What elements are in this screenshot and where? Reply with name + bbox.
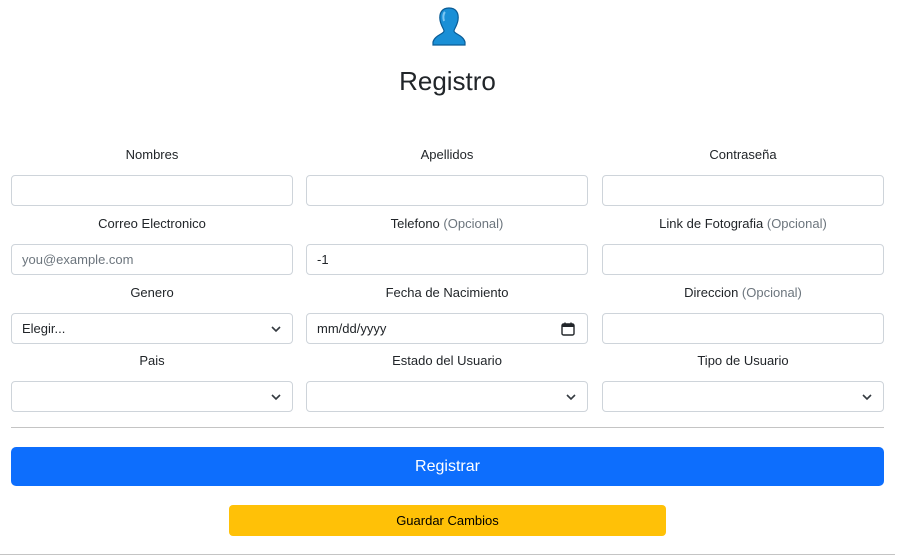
direccion-field: Direccion (Opcional) [602, 283, 884, 344]
nacimiento-field: Fecha de Nacimiento mm/dd/yyyy [306, 283, 588, 344]
contrasena-input[interactable] [602, 175, 884, 206]
foto-input[interactable] [602, 244, 884, 275]
calendar-icon[interactable] [561, 322, 575, 336]
nombres-input[interactable] [11, 175, 293, 206]
tipo-field: Tipo de Usuario [602, 351, 884, 412]
apellidos-label: Apellidos [420, 147, 474, 162]
optional-tag: (Opcional) [443, 216, 504, 231]
date-placeholder: mm/dd/yyyy [317, 321, 387, 336]
pais-select[interactable] [11, 381, 293, 412]
chevron-down-icon [271, 394, 281, 401]
correo-field: Correo Electronico you@example.com [11, 214, 293, 275]
foto-field: Link de Fotografia (Opcional) [602, 214, 884, 275]
contrasena-label: Contraseña [709, 147, 777, 162]
email-field[interactable]: you@example.com [11, 244, 293, 275]
tipo-label: Tipo de Usuario [697, 353, 789, 368]
apellidos-input[interactable] [306, 175, 588, 206]
direccion-input[interactable] [602, 313, 884, 344]
telefono-value: -1 [317, 252, 329, 267]
genero-select[interactable]: Elegir... [11, 313, 293, 344]
estado-field: Estado del Usuario [306, 351, 588, 412]
divider [11, 427, 884, 428]
nombres-field: Nombres [11, 145, 293, 206]
nacimiento-label: Fecha de Nacimiento [385, 285, 509, 300]
genero-field: Genero Elegir... [11, 283, 293, 344]
apellidos-field: Apellidos [306, 145, 588, 206]
save-changes-button[interactable]: Guardar Cambios [229, 505, 666, 536]
estado-label: Estado del Usuario [392, 353, 502, 368]
genero-label: Genero [130, 285, 174, 300]
divider [0, 554, 895, 555]
email-placeholder: you@example.com [22, 252, 134, 267]
chevron-down-icon [862, 394, 872, 401]
correo-label: Correo Electronico [98, 216, 206, 231]
telefono-input[interactable]: -1 [306, 244, 588, 275]
telefono-label: Telefono (Opcional) [390, 216, 504, 231]
pais-label: Pais [139, 353, 165, 368]
estado-select[interactable] [306, 381, 588, 412]
register-button[interactable]: Registrar [11, 447, 884, 486]
direccion-label: Direccion (Opcional) [684, 285, 802, 300]
pais-field: Pais [11, 351, 293, 412]
chevron-down-icon [566, 394, 576, 401]
tipo-select[interactable] [602, 381, 884, 412]
page-title: Registro [399, 66, 496, 96]
genero-selected: Elegir... [22, 321, 66, 336]
telefono-field: Telefono (Opcional) -1 [306, 214, 588, 275]
optional-tag: (Opcional) [766, 216, 827, 231]
optional-tag: (Opcional) [741, 285, 802, 300]
user-avatar-icon [432, 7, 466, 46]
nombres-label: Nombres [125, 147, 179, 162]
foto-label: Link de Fotografia (Opcional) [659, 216, 827, 231]
chevron-down-icon [271, 326, 281, 333]
contrasena-field: Contraseña [602, 145, 884, 206]
date-input[interactable]: mm/dd/yyyy [306, 313, 588, 344]
